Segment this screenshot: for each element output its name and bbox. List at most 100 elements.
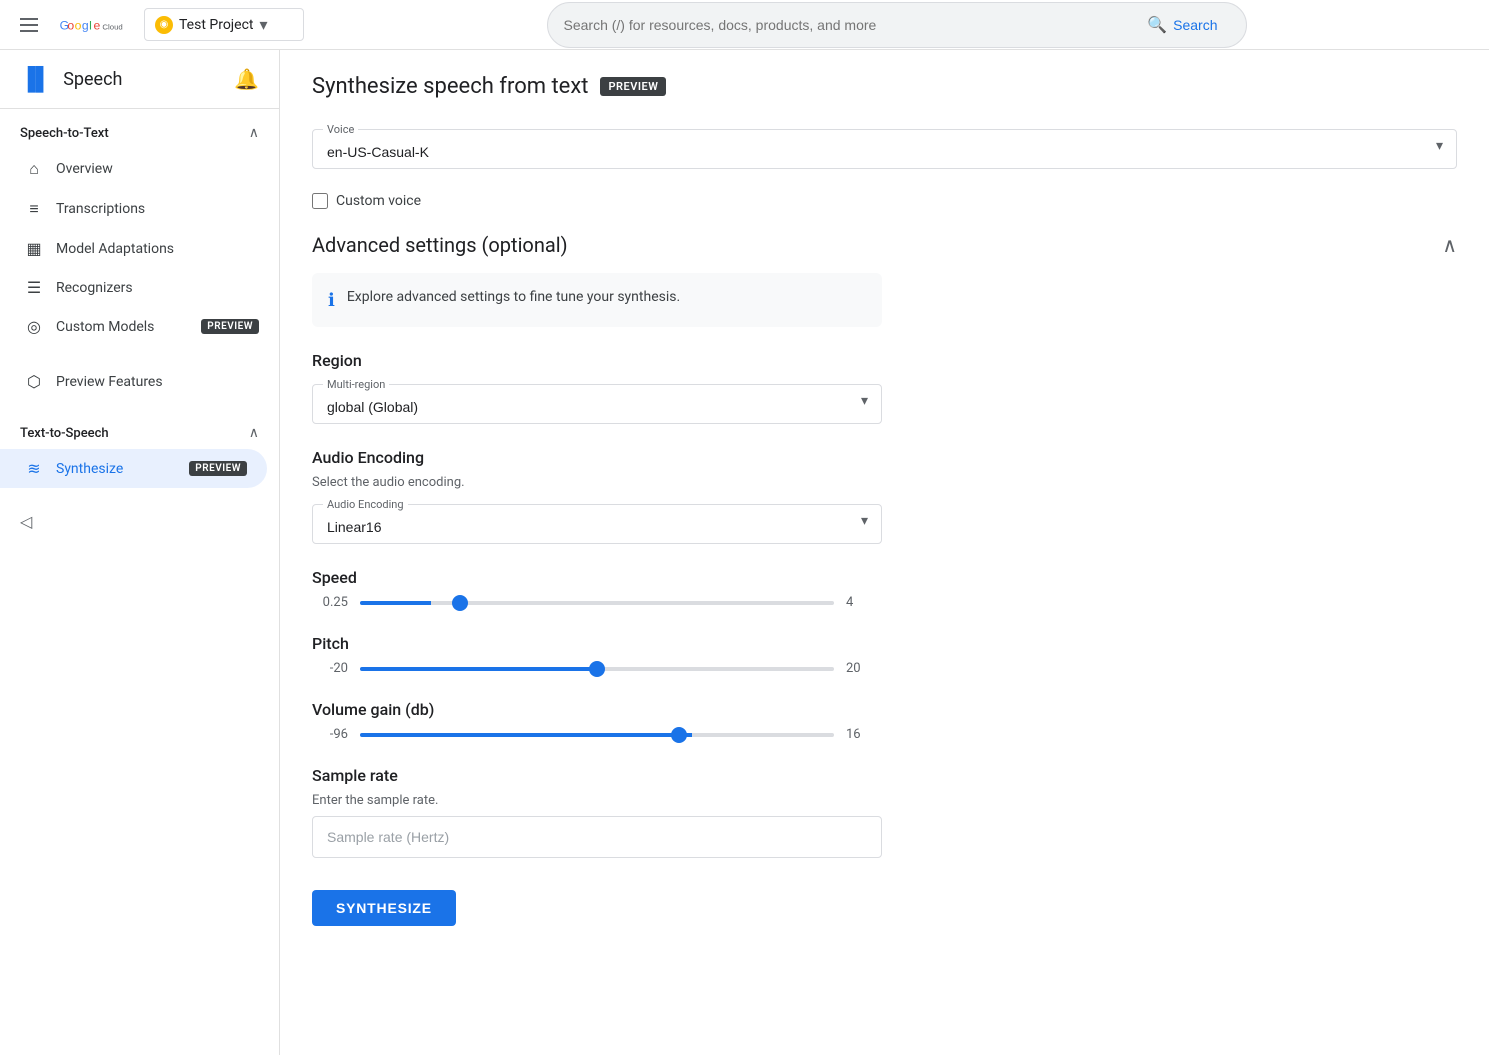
synthesize-button[interactable]: SYNTHESIZE [312, 890, 456, 926]
audio-encoding-sublabel: Select the audio encoding. [312, 475, 882, 490]
advanced-settings-collapse-icon[interactable]: ∧ [1442, 233, 1457, 257]
custom-models-label: Custom Models [56, 319, 189, 335]
svg-text:o: o [75, 18, 82, 32]
audio-encoding-title: Audio Encoding [312, 448, 882, 467]
synthesize-label: Synthesize [56, 461, 177, 477]
volume-max-label: 16 [846, 727, 882, 742]
sample-rate-sublabel: Enter the sample rate. [312, 793, 882, 808]
custom-voice-label[interactable]: Custom voice [336, 193, 421, 209]
svg-text:l: l [89, 18, 92, 32]
audio-encoding-group: Audio Encoding Select the audio encoding… [312, 448, 882, 544]
project-selector[interactable]: Test Project ▾ [144, 8, 304, 41]
info-icon: ℹ [328, 290, 335, 311]
speed-slider-row: 0.25 4 [312, 595, 882, 610]
sidebar-item-synthesize[interactable]: ≋ Synthesize PREVIEW [0, 449, 267, 488]
search-input[interactable] [564, 17, 1128, 33]
sidebar-item-preview-features[interactable]: ⬡ Preview Features [0, 362, 279, 401]
volume-slider-row: -96 16 [312, 727, 882, 742]
voice-select-wrapper: Voice en-US-Casual-K en-US-Standard-A en… [312, 123, 1457, 169]
speech-to-text-section: Speech-to-Text ∧ ⌂ Overview ≡ Transcript… [0, 109, 279, 354]
transcriptions-label: Transcriptions [56, 201, 259, 217]
recognizers-label: Recognizers [56, 280, 259, 296]
region-title: Region [312, 351, 882, 370]
region-select-wrapper: Multi-region global (Global) us-central1… [312, 378, 882, 424]
custom-voice-checkbox[interactable] [312, 193, 328, 209]
pitch-max-label: 20 [846, 661, 882, 676]
top-nav: G o o g l e Cloud Test Project ▾ 🔍 Searc… [0, 0, 1489, 50]
svg-text:g: g [82, 18, 89, 32]
custom-models-preview-badge: PREVIEW [201, 319, 259, 334]
text-to-speech-section: Text-to-Speech ∧ ≋ Synthesize PREVIEW [0, 409, 279, 496]
sidebar-header: ▐▌ Speech 🔔 [0, 50, 279, 109]
speech-to-text-header[interactable]: Speech-to-Text ∧ [0, 117, 279, 149]
notification-bell-icon[interactable]: 🔔 [234, 67, 259, 91]
audio-encoding-select-wrapper: Audio Encoding Linear16 MP3 OGG_OPUS MUL… [312, 498, 882, 544]
pitch-min-label: -20 [312, 661, 348, 676]
overview-label: Overview [56, 161, 259, 177]
search-button[interactable]: 🔍 Search [1135, 9, 1229, 41]
speed-group: Speed 0.25 4 [312, 568, 882, 610]
overview-icon: ⌂ [24, 159, 44, 179]
region-group: Region Multi-region global (Global) us-c… [312, 351, 882, 424]
speed-min-label: 0.25 [312, 595, 348, 610]
model-adaptations-icon: ▦ [24, 239, 44, 258]
tts-section-collapse-icon: ∧ [249, 425, 259, 441]
svg-text:o: o [67, 18, 74, 32]
sidebar-collapse-button[interactable]: ◁ [0, 496, 279, 547]
volume-min-label: -96 [312, 727, 348, 742]
search-icon: 🔍 [1147, 15, 1167, 35]
custom-voice-row: Custom voice [312, 193, 1457, 209]
advanced-settings-header: Advanced settings (optional) ∧ [312, 233, 1457, 257]
pitch-slider-row: -20 20 [312, 661, 882, 676]
svg-text:Cloud: Cloud [102, 22, 122, 31]
speech-to-text-label: Speech-to-Text [20, 126, 109, 141]
sample-rate-group: Sample rate Enter the sample rate. [312, 766, 882, 858]
project-name: Test Project [179, 17, 253, 33]
sidebar-title: Speech [63, 69, 122, 90]
sidebar-item-model-adaptations[interactable]: ▦ Model Adaptations [0, 229, 279, 268]
region-select[interactable]: global (Global) us-central1 europe-west4 [313, 391, 881, 423]
hamburger-menu[interactable] [12, 10, 46, 40]
sidebar-item-overview[interactable]: ⌂ Overview [0, 149, 279, 189]
info-text: Explore advanced settings to fine tune y… [347, 289, 680, 305]
volume-gain-group: Volume gain (db) -96 16 [312, 700, 882, 742]
chevron-down-icon: ▾ [259, 15, 267, 34]
speed-max-label: 4 [846, 595, 882, 610]
custom-models-icon: ◎ [24, 317, 44, 336]
google-cloud-logo: G o o g l e Cloud [58, 15, 128, 35]
audio-encoding-fieldset-label: Audio Encoding [323, 498, 408, 511]
text-to-speech-header[interactable]: Text-to-Speech ∧ [0, 417, 279, 449]
voice-section: Voice en-US-Casual-K en-US-Standard-A en… [312, 123, 1457, 169]
project-icon [155, 16, 173, 34]
sample-rate-input[interactable] [312, 816, 882, 858]
recognizers-icon: ☰ [24, 278, 44, 297]
transcriptions-icon: ≡ [24, 199, 44, 219]
pitch-slider[interactable] [360, 667, 834, 671]
pitch-title: Pitch [312, 634, 882, 653]
sidebar: ▐▌ Speech 🔔 Speech-to-Text ∧ ⌂ Overview … [0, 50, 280, 1055]
volume-slider[interactable] [360, 733, 834, 737]
page-title-row: Synthesize speech from text PREVIEW [312, 74, 1457, 99]
sidebar-item-recognizers[interactable]: ☰ Recognizers [0, 268, 279, 307]
advanced-settings-title: Advanced settings (optional) [312, 233, 568, 257]
svg-text:e: e [94, 18, 101, 32]
audio-encoding-select[interactable]: Linear16 MP3 OGG_OPUS MULAW ALAW [313, 511, 881, 543]
volume-gain-title: Volume gain (db) [312, 700, 882, 719]
voice-select[interactable]: en-US-Casual-K en-US-Standard-A en-US-St… [313, 136, 1456, 168]
region-fieldset-label: Multi-region [323, 378, 389, 391]
text-to-speech-label: Text-to-Speech [20, 426, 109, 441]
preview-features-section: ⬡ Preview Features [0, 354, 279, 409]
synthesize-preview-badge: PREVIEW [189, 461, 247, 476]
sample-rate-title: Sample rate [312, 766, 882, 785]
search-label: Search [1173, 17, 1217, 33]
synthesize-icon: ≋ [24, 459, 44, 478]
voice-fieldset-label: Voice [323, 123, 358, 136]
search-bar: 🔍 Search [547, 2, 1247, 48]
sidebar-item-transcriptions[interactable]: ≡ Transcriptions [0, 189, 279, 229]
pitch-group: Pitch -20 20 [312, 634, 882, 676]
main-content: Synthesize speech from text PREVIEW Voic… [280, 50, 1489, 1055]
speed-slider[interactable] [360, 601, 834, 605]
sidebar-item-custom-models[interactable]: ◎ Custom Models PREVIEW [0, 307, 279, 346]
info-box: ℹ Explore advanced settings to fine tune… [312, 273, 882, 327]
model-adaptations-label: Model Adaptations [56, 241, 259, 257]
